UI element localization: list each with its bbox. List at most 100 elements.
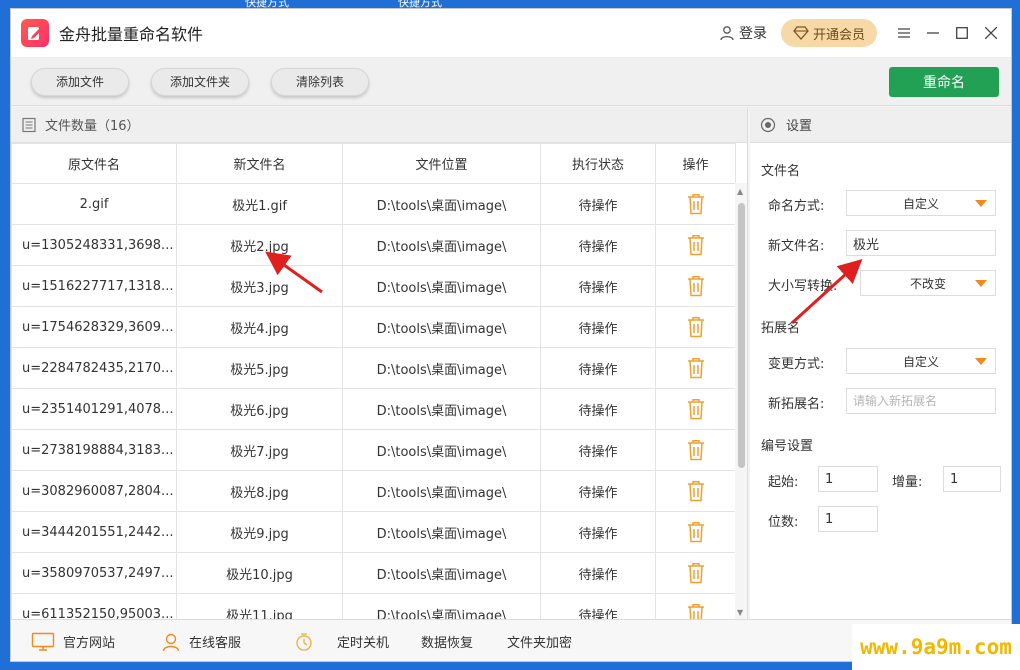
cell-status: 待操作: [540, 388, 656, 430]
cell-location: D:\tools\桌面\image\: [342, 224, 541, 266]
cell-new-name: 极光3.jpg: [176, 265, 343, 307]
naming-method-select[interactable]: 自定义: [846, 190, 996, 216]
cell-action: [655, 265, 736, 307]
official-site-label: 官方网站: [63, 636, 116, 651]
maximize-icon: [955, 27, 968, 39]
trash-icon[interactable]: [686, 480, 706, 502]
cell-new-name: 极光5.jpg: [176, 347, 343, 389]
change-method-value: 自定义: [902, 354, 939, 369]
table-row[interactable]: u=2738198884,3183... 极光7.jpg D:\tools\桌面\i…: [11, 429, 736, 471]
start-input[interactable]: [818, 466, 878, 492]
cell-location: D:\tools\桌面\image\: [342, 388, 541, 430]
cell-location: D:\tools\桌面\image\: [342, 470, 541, 512]
scroll-up-arrow-icon[interactable]: ▲: [737, 187, 743, 196]
data-recovery-link[interactable]: 数据恢复: [421, 632, 473, 651]
trash-icon[interactable]: [686, 234, 706, 256]
trash-icon[interactable]: [686, 562, 706, 584]
timed-shutdown-link[interactable]: 定时关机: [293, 631, 389, 653]
cell-location: D:\tools\桌面\image\: [342, 265, 541, 307]
login-label: 登录: [739, 26, 767, 42]
cell-status: 待操作: [540, 347, 656, 389]
table-row[interactable]: u=1305248331,3698... 极光2.jpg D:\tools\桌面\i…: [11, 224, 736, 266]
diamond-icon: [793, 26, 809, 40]
file-count-bar: 文件数量（16）: [11, 107, 747, 143]
app-window: 金舟批量重命名软件 登录 开通会员 添加文件 添加文件夹 清除列表 重命名 文件…: [10, 8, 1012, 662]
cell-action: [655, 429, 736, 471]
official-site-link[interactable]: 官方网站: [31, 632, 115, 652]
data-recovery-label: 数据恢复: [421, 636, 474, 651]
case-convert-label: 大小写转换:: [768, 279, 838, 294]
file-count-label: 文件数量（16）: [45, 119, 140, 134]
cell-new-name: 极光1.gif: [176, 183, 343, 225]
site-watermark: www.9a9m.com: [852, 624, 1020, 670]
cell-status: 待操作: [540, 552, 656, 594]
add-file-button[interactable]: 添加文件: [31, 67, 129, 96]
case-convert-value: 不改变: [909, 276, 946, 291]
new-extension-input[interactable]: [846, 388, 996, 414]
new-filename-input[interactable]: [846, 230, 996, 256]
cell-location: D:\tools\桌面\image\: [342, 347, 541, 389]
table-row[interactable]: u=2284782435,2170... 极光5.jpg D:\tools\桌面\i…: [11, 347, 736, 389]
cell-status: 待操作: [540, 224, 656, 266]
rename-button[interactable]: 重命名: [889, 67, 999, 97]
app-logo-icon: [21, 19, 49, 47]
online-service-link[interactable]: 在线客服: [161, 632, 241, 652]
column-header-status: 执行状态: [540, 143, 656, 184]
table-row[interactable]: u=2351401291,4078... 极光6.jpg D:\tools\桌面\i…: [11, 388, 736, 430]
trash-icon[interactable]: [686, 275, 706, 297]
cell-original-name: u=2284782435,2170...: [11, 347, 177, 389]
user-icon: [720, 26, 734, 41]
cell-action: [655, 470, 736, 512]
cell-new-name: 极光9.jpg: [176, 511, 343, 553]
table-row[interactable]: 2.gif 极光1.gif D:\tools\桌面\image\ 待操作: [11, 183, 736, 225]
cell-location: D:\tools\桌面\image\: [342, 511, 541, 553]
trash-icon[interactable]: [686, 521, 706, 543]
vip-button[interactable]: 开通会员: [781, 19, 877, 47]
table-row[interactable]: u=1754628329,3609... 极光4.jpg D:\tools\桌面\i…: [11, 306, 736, 348]
file-list-panel: 文件数量（16） 原文件名 新文件名 文件位置 执行状态 操作 2.gif 极光1…: [11, 107, 748, 635]
trash-icon[interactable]: [686, 316, 706, 338]
column-header-action: 操作: [655, 143, 736, 184]
cell-action: [655, 306, 736, 348]
trash-icon[interactable]: [686, 398, 706, 420]
table-row[interactable]: u=3444201551,2442... 极光9.jpg D:\tools\桌面\i…: [11, 511, 736, 553]
increment-label: 增量:: [892, 475, 923, 490]
scroll-down-arrow-icon[interactable]: ▼: [737, 608, 743, 617]
table-row[interactable]: u=1516227717,1318... 极光3.jpg D:\tools\桌面\i…: [11, 265, 736, 307]
cell-status: 待操作: [540, 306, 656, 348]
cell-action: [655, 511, 736, 553]
close-button[interactable]: [976, 9, 1005, 57]
trash-icon[interactable]: [686, 357, 706, 379]
trash-icon[interactable]: [686, 439, 706, 461]
increment-input[interactable]: [943, 466, 1001, 492]
cell-status: 待操作: [540, 265, 656, 307]
digits-input[interactable]: [818, 506, 878, 532]
minimize-button[interactable]: [918, 9, 947, 57]
start-label: 起始:: [768, 475, 799, 490]
case-convert-select[interactable]: 不改变: [860, 270, 996, 296]
table-scrollbar[interactable]: ▲ ▼: [735, 183, 747, 619]
folder-encrypt-link[interactable]: 文件夹加密: [507, 632, 572, 651]
vip-label: 开通会员: [812, 27, 865, 43]
clear-list-button[interactable]: 清除列表: [271, 67, 369, 96]
extension-section-title: 拓展名: [761, 321, 801, 336]
new-extension-label: 新拓展名:: [768, 397, 825, 412]
cell-status: 待操作: [540, 183, 656, 225]
add-folder-button[interactable]: 添加文件夹: [151, 67, 249, 96]
cell-location: D:\tools\桌面\image\: [342, 183, 541, 225]
dropdown-arrow-icon: [975, 280, 987, 287]
settings-header: 设置: [750, 107, 1011, 143]
login-button[interactable]: 登录: [719, 23, 767, 43]
dropdown-arrow-icon: [975, 200, 987, 207]
scrollbar-thumb[interactable]: [738, 203, 745, 468]
hamburger-menu-icon: [897, 28, 910, 38]
change-method-select[interactable]: 自定义: [846, 348, 996, 374]
monitor-icon: [31, 632, 55, 651]
trash-icon[interactable]: [686, 193, 706, 215]
menu-button[interactable]: [889, 9, 918, 57]
table-row[interactable]: u=3580970537,2497... 极光10.jpg D:\tools\桌面\…: [11, 552, 736, 594]
timer-icon: [296, 632, 312, 651]
app-title: 金舟批量重命名软件: [59, 25, 204, 44]
maximize-button[interactable]: [947, 9, 976, 57]
table-row[interactable]: u=3082960087,2804... 极光8.jpg D:\tools\桌面\i…: [11, 470, 736, 512]
